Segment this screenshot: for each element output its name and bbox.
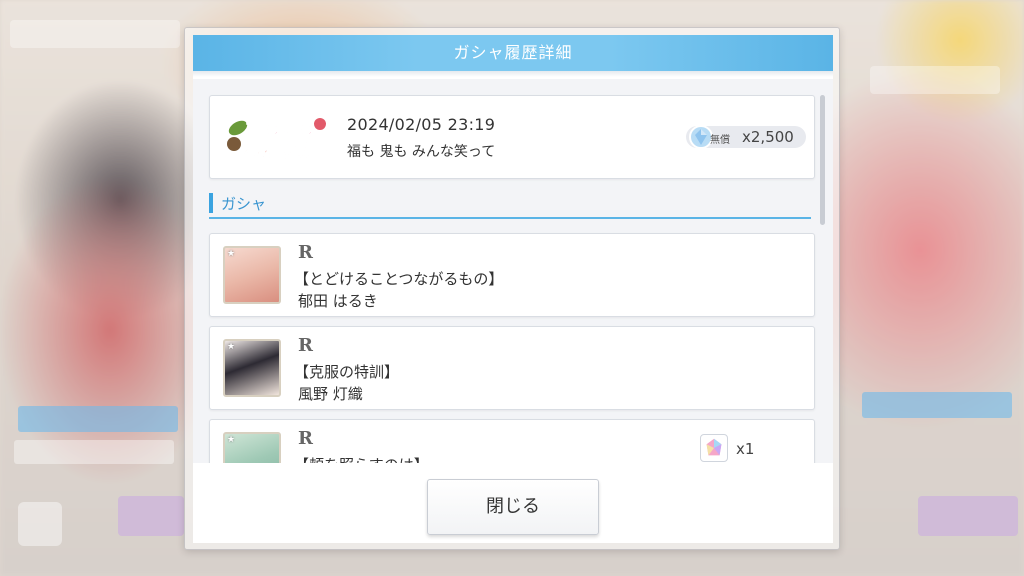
scrollbar[interactable]: [820, 95, 825, 225]
gacha-datetime: 2024/02/05 23:19: [347, 115, 496, 134]
result-card[interactable]: ★ R 【とどけることつながるもの】 郁田 はるき: [209, 233, 815, 317]
cost-value: x2,500: [742, 128, 794, 146]
free-label: 無償: [710, 135, 730, 146]
svg-text:みんな笑って: みんな笑って: [244, 141, 330, 162]
gacha-history-dialog: ガシャ履歴詳細 福も鬼も みんな笑って 2024/02/05 23:19 福も …: [184, 27, 840, 550]
piece-icon: [700, 434, 728, 462]
dialog-title: ガシャ履歴詳細: [193, 35, 833, 77]
result-card[interactable]: ★ R 【克服の特訓】 風野 灯織: [209, 326, 815, 410]
close-button[interactable]: 閉じる: [427, 479, 599, 535]
card-title: 【頬を照らすのは】: [294, 454, 429, 463]
card-title: 【克服の特訓】: [294, 363, 400, 381]
section-header: ガシャ: [209, 189, 811, 219]
cost-badge: 無償 x2,500: [686, 125, 806, 149]
idol-name: 風野 灯織: [298, 385, 363, 403]
bonus-count: x1: [736, 440, 755, 458]
gacha-banner-logo: 福も鬼も みんな笑って: [227, 118, 330, 162]
gacha-name: 福も 鬼も みんな笑って: [347, 144, 496, 160]
star-icon: ★: [227, 342, 236, 352]
idol-name: 郁田 はるき: [298, 292, 378, 310]
rarity-label: R: [298, 428, 313, 449]
rarity-label: R: [298, 242, 313, 263]
card-thumbnail: ★: [223, 432, 281, 463]
star-icon: ★: [227, 249, 236, 259]
svg-text:福も鬼も: 福も鬼も: [245, 118, 314, 139]
section-title: ガシャ: [221, 195, 267, 213]
history-scroll-area[interactable]: 福も鬼も みんな笑って 2024/02/05 23:19 福も 鬼も みんな笑っ…: [193, 79, 833, 463]
rarity-label: R: [298, 335, 313, 356]
dialog-body: ガシャ履歴詳細 福も鬼も みんな笑って 2024/02/05 23:19 福も …: [193, 35, 833, 543]
result-card[interactable]: ★ R 【頬を照らすのは】 x1: [209, 419, 815, 463]
card-title: 【とどけることつながるもの】: [294, 270, 504, 288]
card-thumbnail: ★: [223, 339, 281, 397]
gacha-summary-card: 福も鬼も みんな笑って 2024/02/05 23:19 福も 鬼も みんな笑っ…: [209, 95, 815, 179]
dialog-footer: 閉じる: [193, 463, 833, 543]
star-icon: ★: [227, 435, 236, 445]
section-accent: [209, 193, 213, 213]
card-thumbnail: ★: [223, 246, 281, 304]
